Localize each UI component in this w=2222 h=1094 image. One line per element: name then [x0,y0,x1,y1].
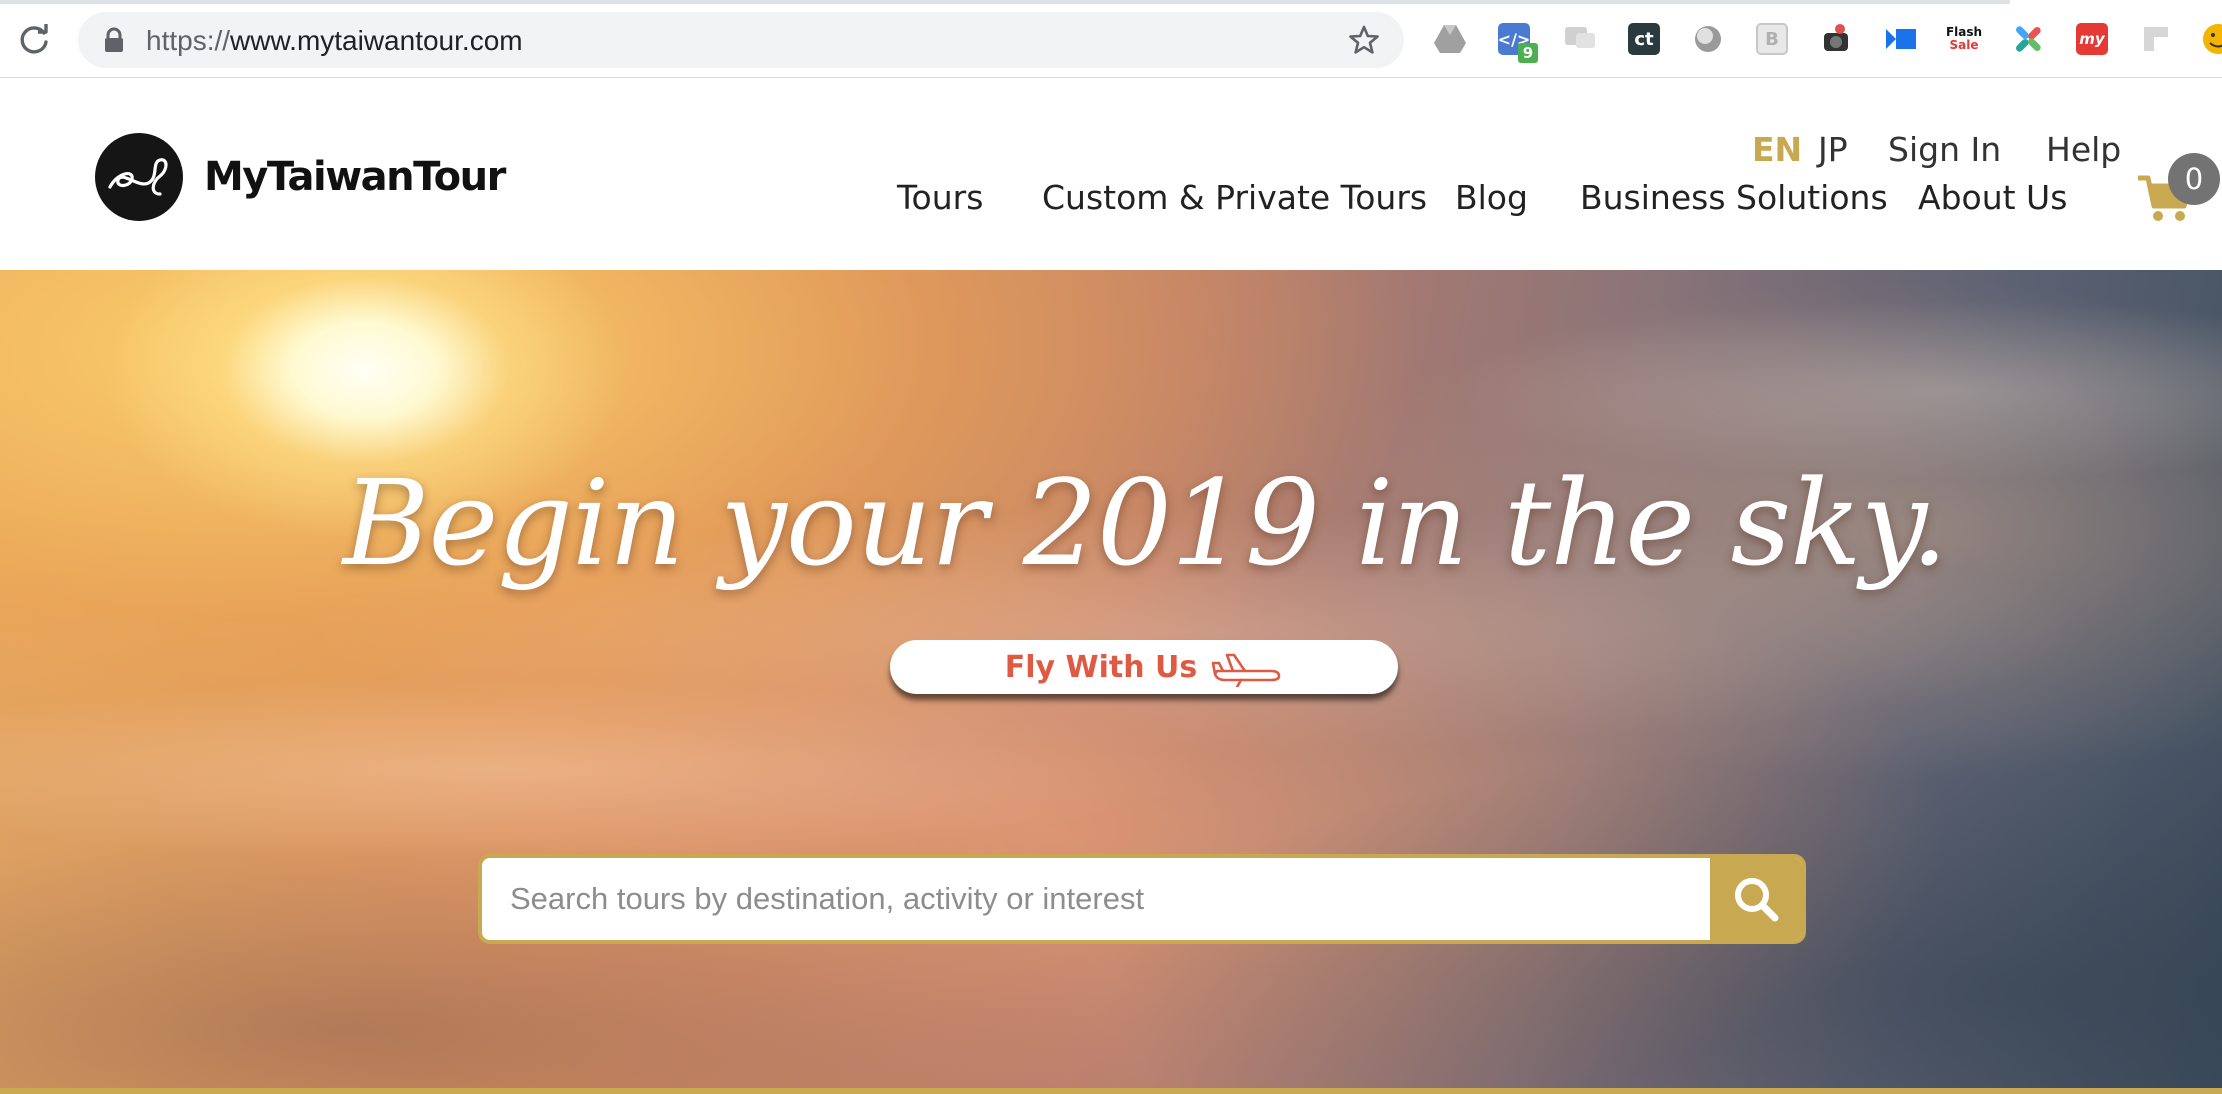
gray-extension-icon[interactable] [2138,21,2174,57]
reload-icon[interactable] [14,20,54,60]
circle-extension-icon[interactable] [1690,21,1726,57]
url-text[interactable]: https://www.mytaiwantour.com [146,25,523,57]
search-icon [1735,878,1779,922]
ct-extension-icon[interactable]: ct [1626,21,1662,57]
google-drive-icon[interactable] [1432,21,1468,57]
browser-toolbar: https://www.mytaiwantour.com </> 9 ct B … [0,0,2222,78]
x-extension-icon[interactable] [2010,21,2046,57]
language-jp-link[interactable]: JP [1818,130,1848,169]
b-extension-icon[interactable]: B [1754,21,1790,57]
chat-extension-icon[interactable] [1562,21,1598,57]
extension-badge: 9 [1518,43,1538,63]
camera-extension-icon[interactable] [1818,21,1854,57]
dev-tools-extension-icon[interactable]: </> 9 [1496,21,1538,63]
my-extension-icon[interactable]: my [2074,21,2110,57]
airplane-icon [1211,653,1281,687]
cart-count-badge: 0 [2168,153,2220,205]
tab-strip-edge [0,0,2010,4]
logo-text: MyTaiwanTour [204,154,506,200]
address-bar[interactable]: https://www.mytaiwantour.com [78,12,1404,68]
help-link[interactable]: Help [2046,130,2121,169]
tour-search-input[interactable] [482,858,1712,940]
bookmark-star-icon[interactable] [1348,24,1380,56]
fly-with-us-button[interactable]: Fly With Us [890,640,1398,694]
hero-banner: Begin your 2019 in the sky. Fly With Us [0,270,2222,1088]
nav-tours[interactable]: Tours [897,178,983,217]
search-button[interactable] [1710,858,1802,940]
section-divider [0,1088,2222,1094]
nav-custom-private-tours[interactable]: Custom & Private Tours [1042,178,1427,217]
site-logo[interactable]: MyTaiwanTour [94,132,506,222]
emoji-extension-icon[interactable] [2200,21,2222,57]
logo-mark-icon [95,133,183,221]
lock-icon[interactable] [102,27,126,53]
language-en-link[interactable]: EN [1752,130,1802,169]
site-header: MyTaiwanTour EN JP Sign In Help Tours Cu… [0,78,2222,270]
nav-blog[interactable]: Blog [1455,178,1528,217]
fly-with-us-label: Fly With Us [1004,649,1198,685]
flash-sale-extension-icon[interactable]: Flash Sale [1946,21,1982,57]
tour-search-bar [478,854,1806,944]
hero-headline: Begin your 2019 in the sky. [342,454,1948,592]
nav-about-us[interactable]: About Us [1918,178,2067,217]
sign-in-link[interactable]: Sign In [1888,130,2001,169]
video-extension-icon[interactable] [1882,21,1918,57]
nav-business-solutions[interactable]: Business Solutions [1580,178,1888,217]
